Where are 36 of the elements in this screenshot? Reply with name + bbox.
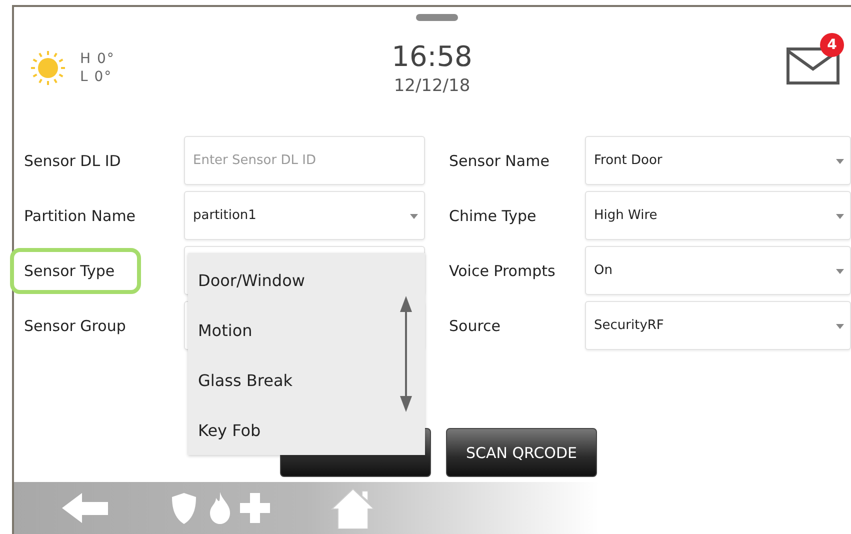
notification-badge: 4 bbox=[820, 33, 844, 57]
field-label: Sensor Group bbox=[23, 316, 127, 336]
mail-icon[interactable] bbox=[786, 47, 840, 85]
clock-date: 12/12/18 bbox=[394, 75, 470, 98]
field-label: Sensor Type bbox=[10, 248, 141, 294]
back-arrow-icon[interactable] bbox=[62, 491, 108, 525]
dropdown-field[interactable]: Front Door bbox=[585, 136, 851, 185]
dropdown-field[interactable]: SecurityRF bbox=[585, 301, 851, 350]
caret-icon bbox=[836, 269, 844, 274]
plus-icon[interactable] bbox=[240, 493, 270, 523]
scan-button[interactable]: SCAN QRCODE bbox=[446, 428, 597, 477]
dropdown-option[interactable]: Door/Window bbox=[188, 256, 425, 306]
drag-handle[interactable] bbox=[416, 14, 458, 21]
caret-icon bbox=[836, 159, 844, 164]
clock-time: 16:58 bbox=[392, 40, 472, 74]
home-icon[interactable] bbox=[330, 487, 376, 529]
dropdown-option[interactable]: Motion bbox=[188, 306, 425, 356]
field-label: Voice Prompts bbox=[448, 260, 556, 282]
dropdown-field[interactable]: High Wire bbox=[585, 191, 851, 240]
dropdown-option[interactable]: Glass Break bbox=[188, 356, 425, 406]
field-label: Sensor Name bbox=[448, 150, 550, 172]
shield-icon[interactable] bbox=[170, 491, 198, 525]
caret-icon bbox=[410, 214, 418, 219]
low-temperature: L 0° bbox=[80, 68, 114, 86]
high-temperature: H 0° bbox=[80, 50, 115, 68]
dropdown-option[interactable]: Key Fob bbox=[188, 405, 425, 455]
dropdown-field[interactable]: partition1 bbox=[184, 191, 425, 240]
dropdown-field[interactable]: On bbox=[585, 246, 851, 295]
field-label: Source bbox=[448, 316, 502, 336]
field-label: Sensor DL ID bbox=[23, 150, 122, 172]
caret-icon bbox=[836, 324, 844, 329]
caret-icon bbox=[836, 214, 844, 219]
field-label: Partition Name bbox=[23, 206, 137, 226]
scroll-arrow-icon bbox=[399, 296, 413, 412]
field-label: Chime Type bbox=[448, 206, 538, 226]
flame-icon[interactable] bbox=[208, 492, 232, 524]
